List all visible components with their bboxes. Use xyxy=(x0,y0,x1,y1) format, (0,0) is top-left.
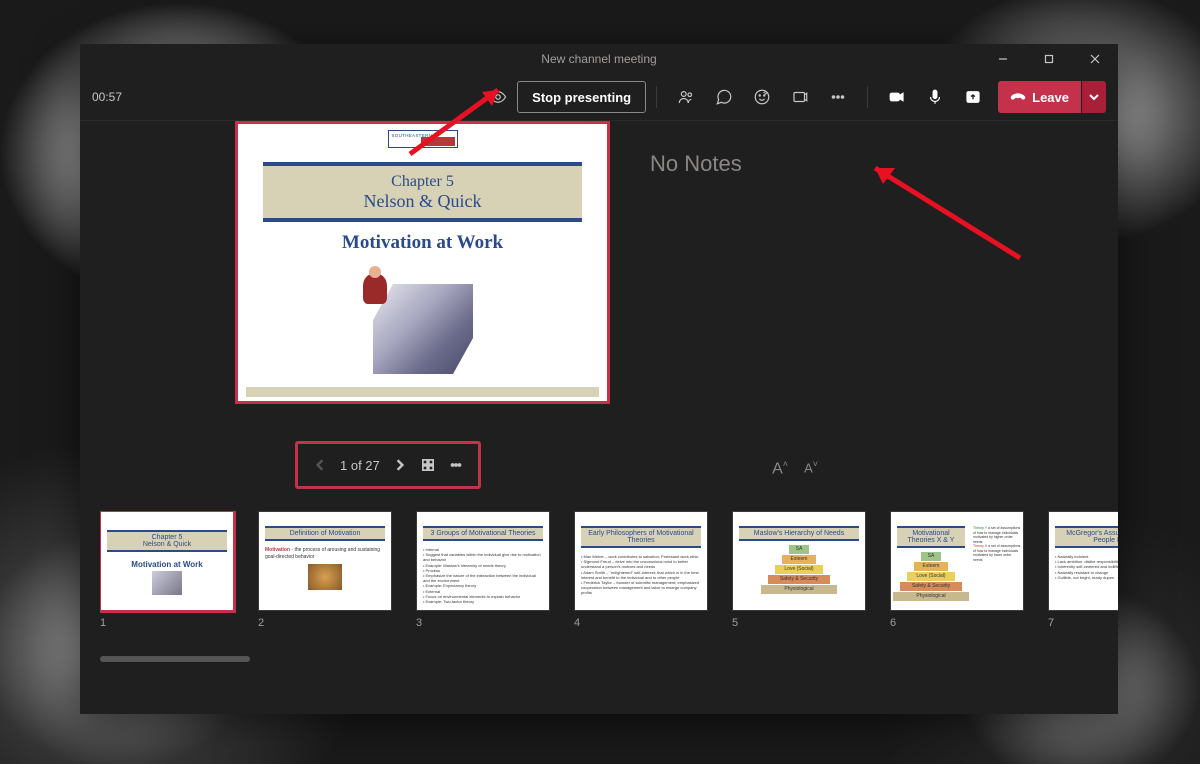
slide-thumbnail[interactable]: 3 Groups of Motivational Theories• Inter… xyxy=(416,511,550,611)
thumbnail-number: 7 xyxy=(1048,617,1118,629)
chevron-down-icon xyxy=(1089,92,1099,102)
meeting-timer: 00:57 xyxy=(92,90,122,104)
no-notes-label: No Notes xyxy=(650,151,1078,177)
thumbnail-number: 4 xyxy=(574,617,708,629)
slide-thumbnail[interactable]: Early Philosophers of Motivational Theor… xyxy=(574,511,708,611)
chat-icon[interactable] xyxy=(707,80,741,114)
thumbnail-number: 2 xyxy=(258,617,392,629)
prev-slide-button[interactable] xyxy=(306,451,334,479)
slide-chapter-line2: Nelson & Quick xyxy=(364,191,482,212)
thumbnail-column: Maslow's Hierarchy of NeedsSAEsteemLove … xyxy=(732,511,866,651)
thumbnail-number: 1 xyxy=(100,617,234,629)
increase-font-button[interactable]: A˄ xyxy=(772,459,788,478)
notes-font-controls: A˄ A˅ xyxy=(772,459,818,478)
microphone-icon[interactable] xyxy=(918,80,952,114)
private-view-icon[interactable] xyxy=(481,80,515,114)
slide-thumbnail[interactable]: Motivational Theories X & YSAEsteemLove … xyxy=(890,511,1024,611)
slide-thumbnail[interactable]: Definition of MotivationMotivation - the… xyxy=(258,511,392,611)
slide-thumbnail[interactable]: Chapter 5Nelson & QuickMotivation at Wor… xyxy=(100,511,234,611)
slide-main-title: Motivation at Work xyxy=(238,232,607,254)
thumbnail-strip[interactable]: Chapter 5Nelson & QuickMotivation at Wor… xyxy=(100,511,1118,651)
thumbnail-number: 5 xyxy=(732,617,866,629)
reactions-icon[interactable] xyxy=(745,80,779,114)
slide-footer xyxy=(246,387,599,397)
grid-view-button[interactable] xyxy=(414,451,442,479)
more-actions-icon[interactable] xyxy=(821,80,855,114)
chevron-right-icon xyxy=(394,459,406,471)
stop-presenting-button[interactable]: Stop presenting xyxy=(517,81,646,113)
thumbnail-column: Definition of MotivationMotivation - the… xyxy=(258,511,392,651)
thumbnail-number: 3 xyxy=(416,617,550,629)
window-buttons xyxy=(980,44,1118,74)
slide-thumbnail[interactable]: McGregor's Assumptions About People Base… xyxy=(1048,511,1118,611)
slide-more-button[interactable] xyxy=(442,451,470,479)
minimize-button[interactable] xyxy=(980,44,1026,74)
thumbnail-column: 3 Groups of Motivational Theories• Inter… xyxy=(416,511,550,651)
grid-icon xyxy=(422,459,434,471)
thumbnail-number: 6 xyxy=(890,617,1024,629)
ellipsis-icon xyxy=(450,459,462,471)
thumbnail-column: McGregor's Assumptions About People Base… xyxy=(1048,511,1118,651)
leave-button[interactable]: Leave xyxy=(998,81,1081,113)
thumbnail-scrollbar[interactable] xyxy=(100,656,250,662)
leave-dropdown-button[interactable] xyxy=(1082,81,1106,113)
toolbar-separator xyxy=(656,86,657,108)
presenter-main-area: Chapter 5 Nelson & Quick Motivation at W… xyxy=(80,121,1118,511)
slide-chapter-line1: Chapter 5 xyxy=(391,173,454,191)
teams-meeting-window: New channel meeting 00:57 Stop presentin… xyxy=(80,44,1118,714)
toolbar-separator xyxy=(867,86,868,108)
hangup-icon xyxy=(1010,89,1026,105)
participants-icon[interactable] xyxy=(669,80,703,114)
share-screen-icon[interactable] xyxy=(956,80,990,114)
thumbnail-column: Motivational Theories X & YSAEsteemLove … xyxy=(890,511,1024,651)
thumbnail-column: Chapter 5Nelson & QuickMotivation at Wor… xyxy=(100,511,234,651)
window-title: New channel meeting xyxy=(541,52,656,66)
slide-logo xyxy=(388,130,458,148)
meeting-toolbar: 00:57 Stop presenting xyxy=(80,74,1118,121)
window-titlebar: New channel meeting xyxy=(80,44,1118,74)
close-button[interactable] xyxy=(1072,44,1118,74)
slide-clipart xyxy=(358,274,488,384)
slide-counter: 1 of 27 xyxy=(334,458,386,473)
slide-navigation-bar: 1 of 27 xyxy=(295,441,481,489)
notes-pane: No Notes xyxy=(610,121,1118,511)
slide-thumbnail[interactable]: Maslow's Hierarchy of NeedsSAEsteemLove … xyxy=(732,511,866,611)
slide-chapter-box: Chapter 5 Nelson & Quick xyxy=(263,162,582,222)
leave-label: Leave xyxy=(1032,90,1069,105)
camera-icon[interactable] xyxy=(880,80,914,114)
next-slide-button[interactable] xyxy=(386,451,414,479)
chevron-left-icon xyxy=(314,459,326,471)
breakout-rooms-icon[interactable] xyxy=(783,80,817,114)
leave-button-group: Leave xyxy=(998,81,1106,113)
maximize-button[interactable] xyxy=(1026,44,1072,74)
current-slide-preview[interactable]: Chapter 5 Nelson & Quick Motivation at W… xyxy=(235,121,610,404)
decrease-font-button[interactable]: A˅ xyxy=(804,459,818,478)
thumbnail-column: Early Philosophers of Motivational Theor… xyxy=(574,511,708,651)
